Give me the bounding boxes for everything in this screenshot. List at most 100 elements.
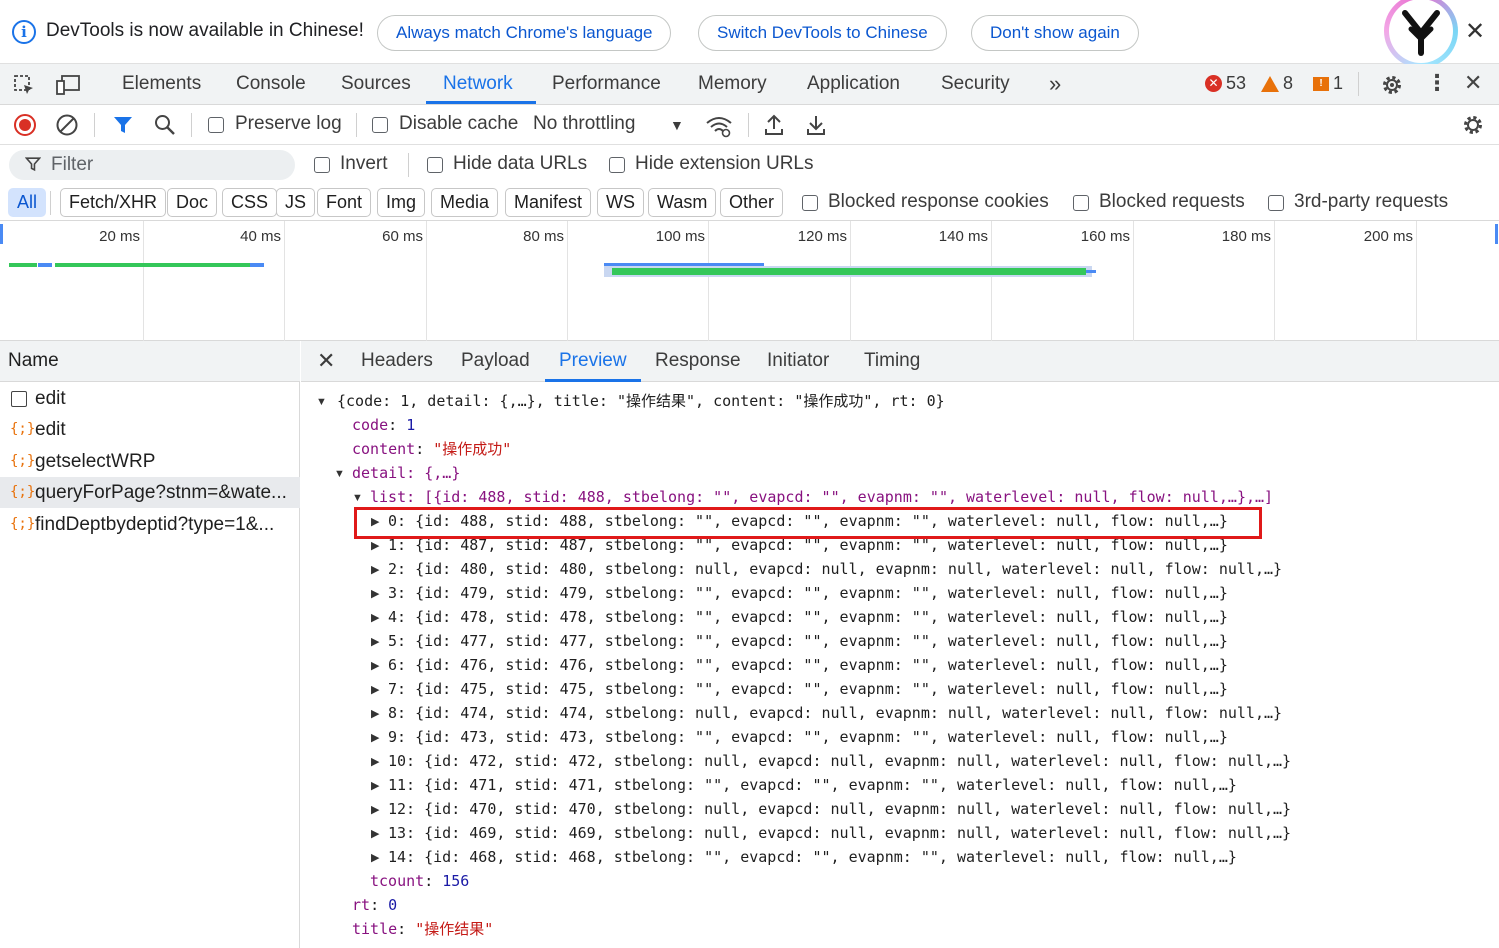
- tab-application[interactable]: Application: [807, 64, 900, 104]
- request-row[interactable]: {;} findDeptbydeptid?type=1&...: [0, 509, 300, 540]
- collapsed-triangle-icon[interactable]: ▶: [371, 611, 379, 624]
- expanded-triangle-icon[interactable]: ▼: [334, 468, 345, 480]
- request-row[interactable]: {;} edit: [0, 414, 300, 445]
- collapsed-triangle-icon[interactable]: ▶: [371, 539, 379, 552]
- third-party-checkbox[interactable]: [1268, 195, 1284, 211]
- tab-elements[interactable]: Elements: [122, 64, 201, 104]
- close-detail-icon[interactable]: ✕: [317, 341, 335, 381]
- request-row-selected[interactable]: {;} queryForPage?stnm=&wate...: [0, 477, 300, 508]
- timeline-range-handle[interactable]: [1495, 224, 1498, 244]
- more-options-icon[interactable]: ⋮: [1426, 70, 1448, 96]
- tab-console[interactable]: Console: [236, 64, 306, 104]
- import-har-icon[interactable]: [763, 113, 785, 137]
- collapsed-triangle-icon[interactable]: ▶: [371, 755, 379, 768]
- list-item[interactable]: 12: {id: 470, stid: 470, stbelong: null,…: [388, 797, 1291, 821]
- type-font-button[interactable]: Font: [317, 188, 372, 217]
- collapsed-triangle-icon[interactable]: ▶: [371, 827, 379, 840]
- hide-extension-urls-checkbox[interactable]: [609, 157, 625, 173]
- network-settings-gear-icon[interactable]: [1461, 113, 1485, 137]
- filter-funnel-icon[interactable]: [112, 114, 134, 136]
- extension-logo-icon[interactable]: [1384, 0, 1458, 68]
- inspect-element-icon[interactable]: [12, 73, 36, 97]
- chevron-down-icon[interactable]: ▼: [670, 117, 684, 133]
- preview-root-line[interactable]: {code: 1, detail: {,…}, title: "操作结果", c…: [337, 389, 945, 413]
- type-js-button[interactable]: JS: [276, 188, 316, 217]
- record-stop-icon[interactable]: [13, 113, 37, 137]
- collapsed-triangle-icon[interactable]: ▶: [371, 587, 379, 600]
- tab-memory[interactable]: Memory: [698, 64, 767, 104]
- collapsed-triangle-icon[interactable]: ▶: [371, 635, 379, 648]
- request-row[interactable]: edit: [0, 383, 300, 414]
- list-item[interactable]: 13: {id: 469, stid: 469, stbelong: null,…: [388, 821, 1291, 845]
- type-fetch-xhr-button[interactable]: Fetch/XHR: [60, 188, 167, 217]
- throttling-select[interactable]: No throttling: [533, 113, 635, 135]
- tab-network[interactable]: Network: [443, 64, 513, 104]
- expanded-triangle-icon[interactable]: ▼: [352, 492, 363, 504]
- list-item[interactable]: 5: {id: 477, stid: 477, stbelong: "", ev…: [388, 629, 1228, 653]
- more-tabs-icon[interactable]: »: [1049, 64, 1061, 104]
- detail-property[interactable]: detail: {,…}: [352, 461, 460, 485]
- clear-icon[interactable]: [55, 113, 79, 137]
- list-item[interactable]: 9: {id: 473, stid: 473, stbelong: "", ev…: [388, 725, 1228, 749]
- close-banner-icon[interactable]: ✕: [1465, 20, 1485, 44]
- tab-performance[interactable]: Performance: [552, 64, 661, 104]
- tab-timing[interactable]: Timing: [864, 341, 920, 381]
- list-item[interactable]: 6: {id: 476, stid: 476, stbelong: "", ev…: [388, 653, 1228, 677]
- timeline-range-handle[interactable]: [0, 224, 3, 244]
- type-ws-button[interactable]: WS: [597, 188, 644, 217]
- search-icon[interactable]: [153, 113, 177, 137]
- disable-cache-checkbox[interactable]: [372, 117, 388, 133]
- collapsed-triangle-icon[interactable]: ▶: [371, 851, 379, 864]
- dont-show-again-button[interactable]: Don't show again: [971, 15, 1139, 51]
- tab-security[interactable]: Security: [941, 64, 1010, 104]
- type-manifest-button[interactable]: Manifest: [505, 188, 592, 217]
- collapsed-triangle-icon[interactable]: ▶: [371, 779, 379, 792]
- collapsed-triangle-icon[interactable]: ▶: [371, 731, 379, 744]
- hide-data-urls-checkbox[interactable]: [427, 157, 443, 173]
- device-toolbar-icon[interactable]: [55, 73, 81, 97]
- list-item[interactable]: 4: {id: 478, stid: 478, stbelong: "", ev…: [388, 605, 1228, 629]
- switch-to-chinese-button[interactable]: Switch DevTools to Chinese: [698, 15, 947, 51]
- list-item[interactable]: 8: {id: 474, stid: 474, stbelong: null, …: [388, 701, 1282, 725]
- tab-sources[interactable]: Sources: [341, 64, 411, 104]
- always-match-language-button[interactable]: Always match Chrome's language: [377, 15, 672, 51]
- type-wasm-button[interactable]: Wasm: [648, 188, 717, 217]
- tab-response[interactable]: Response: [655, 341, 741, 381]
- list-item[interactable]: 14: {id: 468, stid: 468, stbelong: "", e…: [388, 845, 1237, 869]
- tab-headers[interactable]: Headers: [361, 341, 433, 381]
- warning-count[interactable]: 8: [1261, 73, 1293, 94]
- type-all-button[interactable]: All: [8, 188, 47, 217]
- filter-input[interactable]: Filter: [9, 150, 295, 180]
- type-media-button[interactable]: Media: [431, 188, 499, 217]
- list-item[interactable]: 7: {id: 475, stid: 475, stbelong: "", ev…: [388, 677, 1228, 701]
- close-devtools-icon[interactable]: ✕: [1464, 70, 1482, 96]
- list-item[interactable]: 11: {id: 471, stid: 471, stbelong: "", e…: [388, 773, 1237, 797]
- export-har-icon[interactable]: [805, 113, 827, 137]
- list-item[interactable]: 2: {id: 480, stid: 480, stbelong: null, …: [388, 557, 1282, 581]
- type-other-button[interactable]: Other: [720, 188, 784, 217]
- type-img-button[interactable]: Img: [377, 188, 426, 217]
- collapsed-triangle-icon[interactable]: ▶: [371, 683, 379, 696]
- timeline-overview[interactable]: 20 ms 40 ms 60 ms 80 ms 100 ms 120 ms 14…: [0, 221, 1499, 341]
- list-item[interactable]: 3: {id: 479, stid: 479, stbelong: "", ev…: [388, 581, 1228, 605]
- settings-gear-icon[interactable]: [1380, 73, 1404, 97]
- error-count[interactable]: ✕ 53: [1205, 73, 1246, 94]
- type-css-button[interactable]: CSS: [222, 188, 278, 217]
- tab-preview[interactable]: Preview: [559, 341, 627, 381]
- request-row[interactable]: {;} getselectWRP: [0, 446, 300, 477]
- blocked-cookies-checkbox[interactable]: [802, 195, 818, 211]
- type-doc-button[interactable]: Doc: [167, 188, 218, 217]
- name-column-header[interactable]: Name: [0, 341, 300, 382]
- list-property[interactable]: list: [{id: 488, stid: 488, stbelong: ""…: [370, 485, 1273, 509]
- collapsed-triangle-icon[interactable]: ▶: [371, 803, 379, 816]
- network-conditions-icon[interactable]: [705, 114, 733, 138]
- preserve-log-checkbox[interactable]: [208, 117, 224, 133]
- tab-payload[interactable]: Payload: [461, 341, 530, 381]
- expanded-triangle-icon[interactable]: ▼: [316, 396, 327, 408]
- collapsed-triangle-icon[interactable]: ▶: [371, 707, 379, 720]
- collapsed-triangle-icon[interactable]: ▶: [371, 659, 379, 672]
- collapsed-triangle-icon[interactable]: ▶: [371, 563, 379, 576]
- issue-count[interactable]: ! 1: [1313, 73, 1343, 94]
- list-item[interactable]: 10: {id: 472, stid: 472, stbelong: null,…: [388, 749, 1291, 773]
- invert-checkbox[interactable]: [314, 157, 330, 173]
